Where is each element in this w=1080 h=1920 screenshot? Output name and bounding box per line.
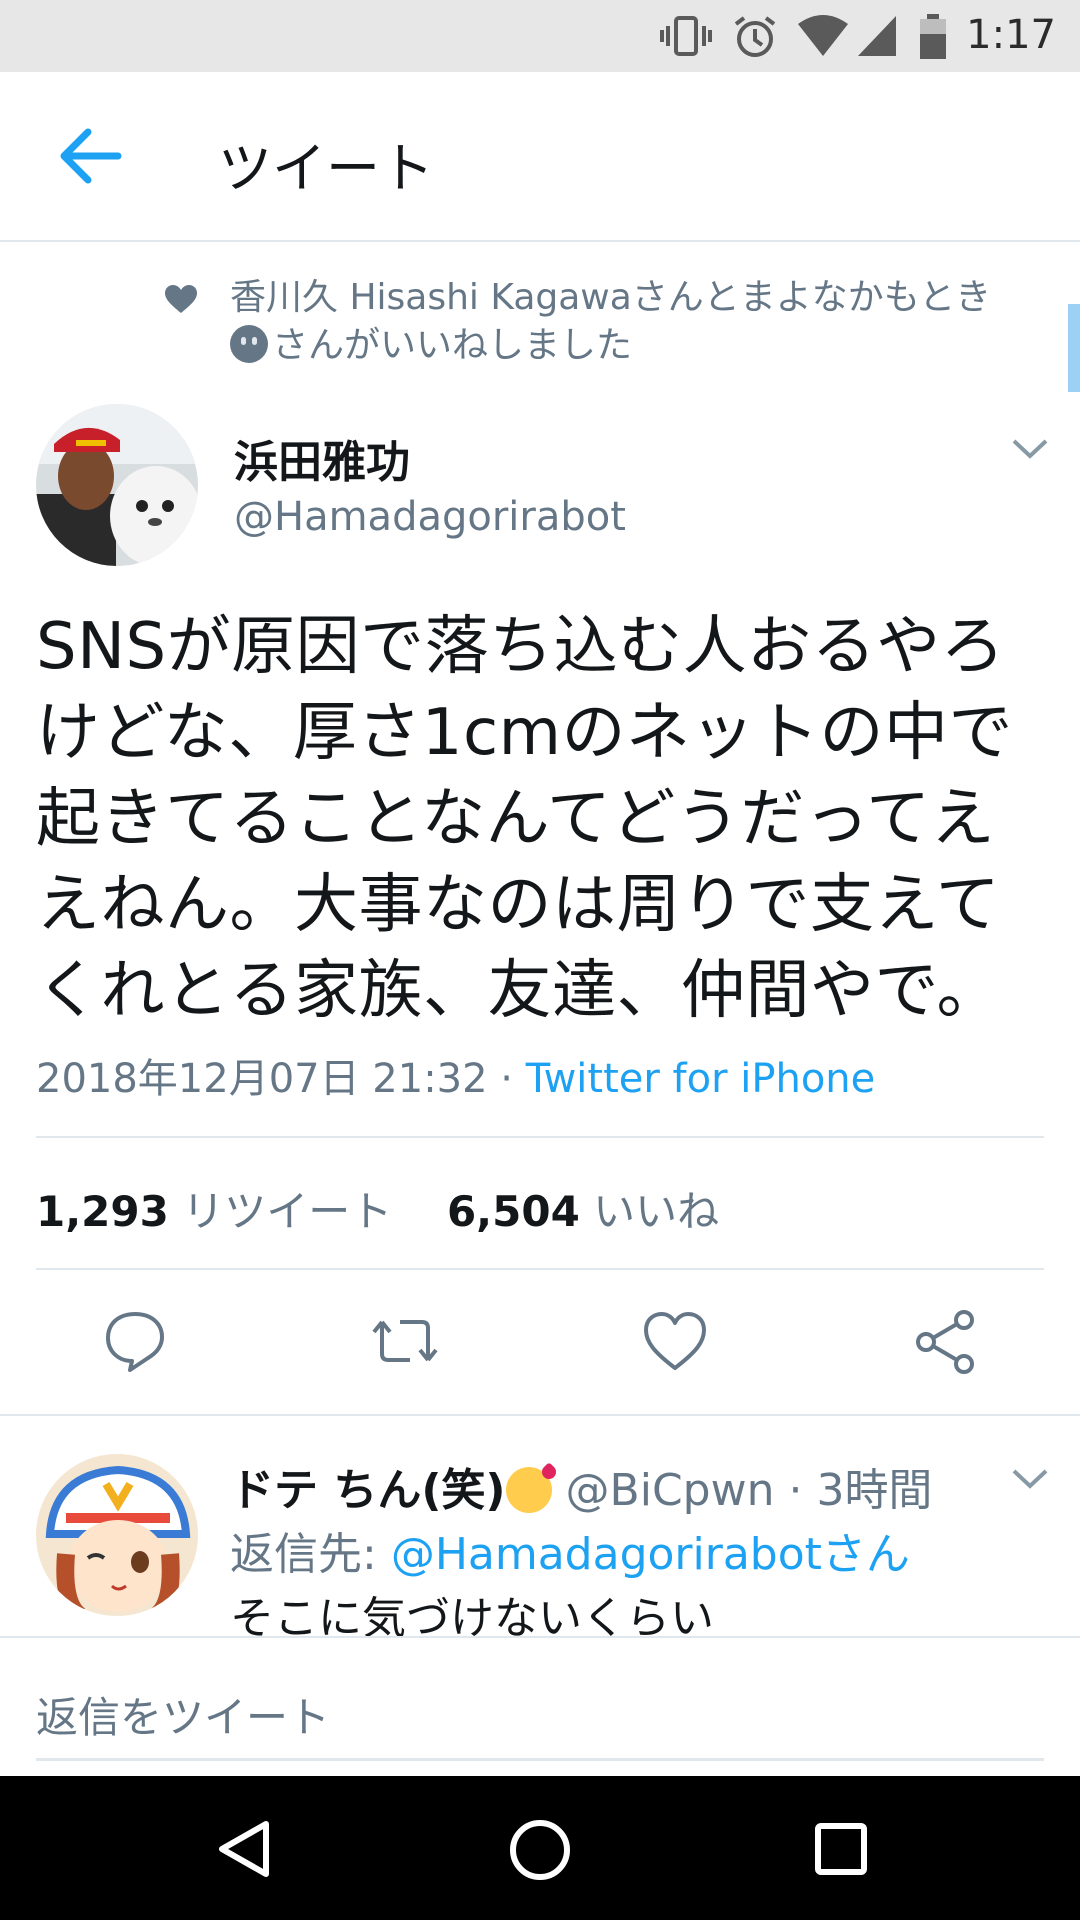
tweet-text: SNSが原因で落ち込む人おるやろ けどな、厚さ1cmのネットの中で 起きてること… xyxy=(36,604,1046,1034)
tweet-timestamp: 2018年12月07日 21:32 xyxy=(36,1056,488,1102)
tweet-meta: 2018年12月07日 21:32 · Twitter for iPhone xyxy=(36,1046,875,1104)
tweet-stats: 1,293 リツイート 6,504 いいね xyxy=(36,1178,719,1239)
nav-back-icon[interactable] xyxy=(214,1818,274,1880)
vibrate-icon xyxy=(660,16,712,56)
like-label: いいね xyxy=(593,1187,720,1236)
signal-icon xyxy=(858,16,896,56)
status-bar: 1:17 xyxy=(0,0,1080,72)
retweet-count: 1,293 xyxy=(36,1187,169,1236)
retweet-stat[interactable]: 1,293 リツイート xyxy=(36,1187,392,1236)
reply-to-mention[interactable]: @Hamadagorirabotさん xyxy=(391,1529,910,1580)
emoji-face-icon xyxy=(230,325,268,363)
like-stat[interactable]: 6,504 いいね xyxy=(447,1187,719,1236)
tweet-text-line: 起きてることなんてどうだってえ xyxy=(36,782,996,856)
reply-time: · 3時間 xyxy=(774,1465,933,1516)
retweet-icon[interactable] xyxy=(370,1306,440,1376)
tweet-text-line: SNSが原因で落ち込む人おるやろ xyxy=(36,610,1006,684)
reply-to-label: 返信先: xyxy=(230,1529,391,1580)
reply-to: 返信先: @Hamadagorirabotさん xyxy=(230,1518,910,1582)
nav-recents-icon[interactable] xyxy=(814,1822,868,1876)
scroll-indicator[interactable] xyxy=(1068,304,1080,392)
chevron-down-icon[interactable] xyxy=(1010,436,1050,462)
navigation-bar xyxy=(0,1776,1080,1920)
status-time: 1:17 xyxy=(966,12,1056,58)
divider xyxy=(0,1414,1080,1416)
nav-home-icon[interactable] xyxy=(508,1818,572,1882)
social-context-line1: 香川久 Hisashi Kagawaさんとまよなかもとき xyxy=(230,277,992,318)
reply-author-name[interactable]: ドテ ちん(笑) xyxy=(230,1465,506,1516)
battery-icon xyxy=(920,14,946,59)
back-arrow-icon[interactable] xyxy=(56,124,126,188)
app-bar: ツイート xyxy=(0,72,1080,242)
reply-header: ドテ ちん(笑) @BiCpwn · 3時間 xyxy=(230,1454,932,1518)
author-name[interactable]: 浜田雅功 xyxy=(234,426,410,490)
tweet-source-link[interactable]: Twitter for iPhone xyxy=(526,1056,876,1102)
tweet-text-line: けどな、厚さ1cmのネットの中で xyxy=(36,696,1013,770)
divider xyxy=(36,1136,1044,1138)
social-context: 香川久 Hisashi Kagawaさんとまよなかもとき さんがいいねしました xyxy=(230,274,1030,370)
tweet-text-line: えねん。大事なのは周りで支えて xyxy=(36,868,1001,942)
author-avatar[interactable] xyxy=(36,404,198,566)
like-count: 6,504 xyxy=(446,1187,580,1236)
page-title: ツイート xyxy=(218,137,434,200)
meta-separator: · xyxy=(487,1056,526,1102)
social-context-line2: さんがいいねしました xyxy=(272,325,633,366)
tweet-text-line: くれとる家族、友達、仲間やで。 xyxy=(36,954,1001,1028)
wifi-icon xyxy=(798,15,848,56)
divider xyxy=(36,1268,1044,1270)
author-handle[interactable]: @Hamadagorirabot xyxy=(234,494,626,540)
retweet-label: リツイート xyxy=(182,1187,393,1236)
like-icon[interactable] xyxy=(640,1306,710,1376)
heart-icon xyxy=(165,285,197,313)
reply-icon[interactable] xyxy=(100,1306,170,1376)
alarm-icon xyxy=(734,16,776,57)
kiss-emoji-icon xyxy=(505,1467,552,1513)
reply-compose-input[interactable]: 返信をツイート xyxy=(36,1684,330,1745)
reply-author-handle[interactable]: @BiCpwn xyxy=(566,1465,775,1516)
reply-chevron-down-icon[interactable] xyxy=(1010,1466,1050,1492)
reply-author-avatar[interactable] xyxy=(36,1454,198,1616)
share-icon[interactable] xyxy=(910,1306,980,1376)
compose-underline xyxy=(36,1758,1044,1761)
